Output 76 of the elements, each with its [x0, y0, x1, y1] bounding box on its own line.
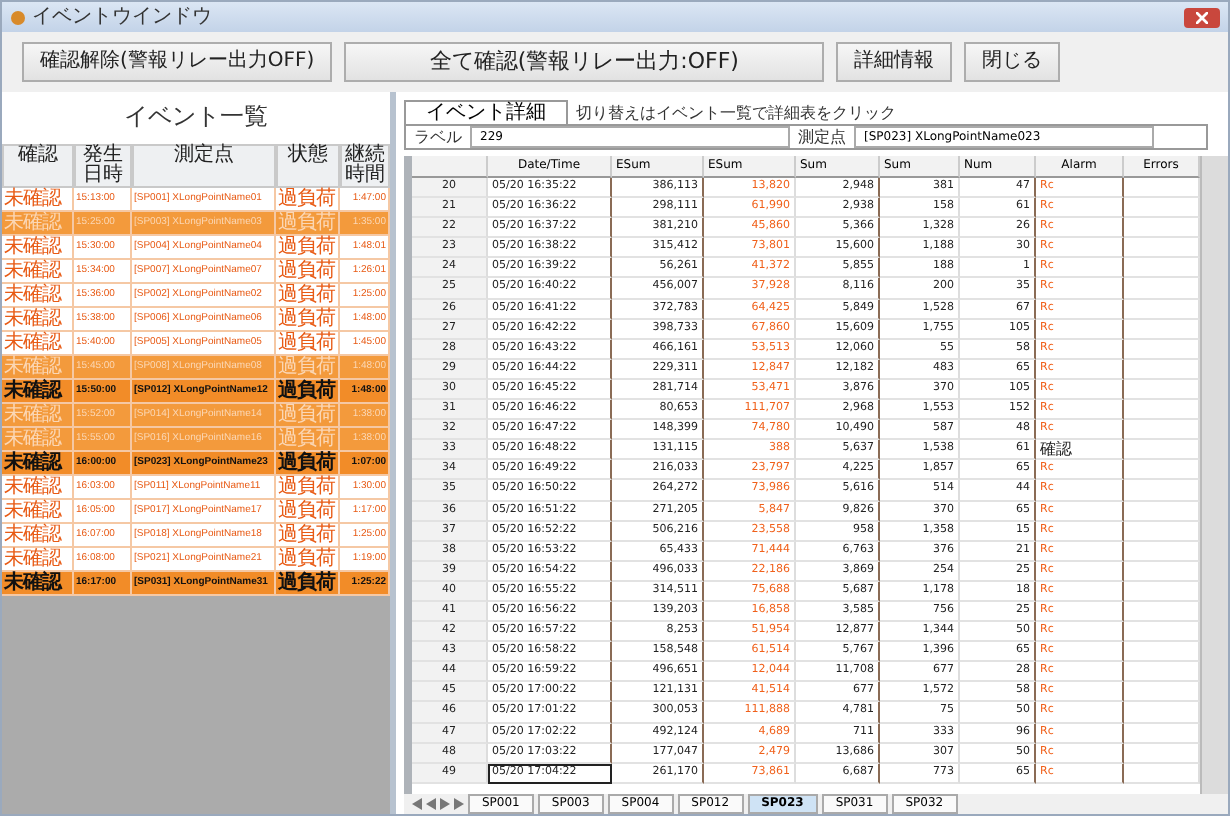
table-cell [1124, 359, 1200, 380]
table-cell [1124, 581, 1200, 602]
table-cell [1124, 723, 1200, 744]
app-icon [10, 9, 26, 25]
event-cell[interactable]: 未確認 [2, 548, 74, 572]
table-cell [1124, 339, 1200, 360]
detail-tab[interactable]: イベント詳細 [404, 100, 568, 124]
table-cell [1124, 278, 1200, 300]
event-cell[interactable]: 過負荷 [276, 524, 340, 548]
window-title: イベントウインドウ [32, 5, 214, 29]
column-header: 確認 [2, 144, 74, 188]
table-cell [1124, 541, 1200, 562]
event-cell[interactable]: 未確認 [2, 284, 74, 308]
table-cell [1124, 743, 1200, 764]
table-cell [1124, 258, 1200, 279]
event-cell[interactable]: 未確認 [2, 308, 74, 332]
event-cell[interactable]: 未確認 [2, 452, 74, 476]
table-cell [1124, 622, 1200, 643]
table-cell [1124, 299, 1200, 320]
event-cell[interactable]: 未確認 [2, 476, 74, 500]
event-cell[interactable]: 過負荷 [276, 500, 340, 524]
table-cell [1124, 702, 1200, 724]
table-cell [1124, 440, 1200, 461]
toolbar-button[interactable]: 閉じる [964, 42, 1061, 82]
event-cell[interactable]: 過負荷 [276, 260, 340, 284]
field-label: 測定点 [796, 127, 848, 147]
table-cell [1124, 238, 1200, 259]
event-cell[interactable]: 過負荷 [276, 188, 340, 212]
table-cell [1124, 198, 1200, 219]
column-header: 継続時間 [340, 144, 390, 188]
event-cell[interactable]: 未確認 [2, 260, 74, 284]
event-cell[interactable]: 未確認 [2, 500, 74, 524]
table-cell [1124, 480, 1200, 501]
event-cell[interactable]: 未確認 [2, 332, 74, 356]
event-cell[interactable]: 過負荷 [276, 476, 340, 500]
table-cell [1124, 601, 1200, 623]
table-cell [1124, 682, 1200, 703]
event-cell[interactable]: 過負荷 [276, 452, 340, 476]
field-label: ラベル [412, 127, 464, 147]
table-cell [1124, 400, 1200, 421]
column-header: 測定点 [132, 144, 276, 188]
close-icon [1196, 11, 1208, 23]
scrollbar[interactable] [1200, 156, 1228, 794]
table-cell [1124, 662, 1200, 683]
toolbar-button[interactable]: 確認解除(警報リレー出力OFF) [22, 42, 333, 82]
toolbar-button[interactable]: 全て確認(警報リレー出力:OFF) [344, 42, 825, 82]
table-cell: 確認 [1036, 440, 1124, 461]
close-button[interactable] [1184, 7, 1220, 27]
table-cell [1124, 642, 1200, 663]
event-cell[interactable]: 過負荷 [276, 308, 340, 332]
table-cell [1124, 178, 1200, 199]
table-cell [1124, 218, 1200, 239]
event-cell[interactable]: 過負荷 [276, 548, 340, 572]
table-cell [1124, 420, 1200, 441]
column-header: 発生日時 [74, 144, 132, 188]
event-cell[interactable]: 過負荷 [276, 380, 340, 404]
event-cell[interactable]: 過負荷 [276, 332, 340, 356]
hint-text: 切り替えはイベント一覧で詳細表をクリック [576, 101, 896, 123]
event-cell[interactable]: 過負荷 [276, 284, 340, 308]
column-header: 状態 [276, 144, 340, 188]
event-cell[interactable]: 未確認 [2, 380, 74, 404]
corner-header [412, 156, 488, 178]
toolbar-button[interactable]: 詳細情報 [836, 42, 953, 82]
table-cell [1124, 561, 1200, 582]
table-cell [1124, 379, 1200, 401]
event-cell[interactable]: 未確認 [2, 188, 74, 212]
table-cell [1124, 319, 1200, 340]
event-cell[interactable]: 過負荷 [276, 236, 340, 260]
table-cell [1124, 501, 1200, 522]
event-cell[interactable]: 未確認 [2, 572, 74, 596]
event-cell[interactable]: 未確認 [2, 236, 74, 260]
table-cell [1124, 521, 1200, 542]
table-cell [1124, 460, 1200, 481]
event-cell[interactable]: 過負荷 [276, 572, 340, 596]
event-cell[interactable]: 未確認 [2, 524, 74, 548]
panel-title: イベント一覧 [122, 100, 270, 134]
